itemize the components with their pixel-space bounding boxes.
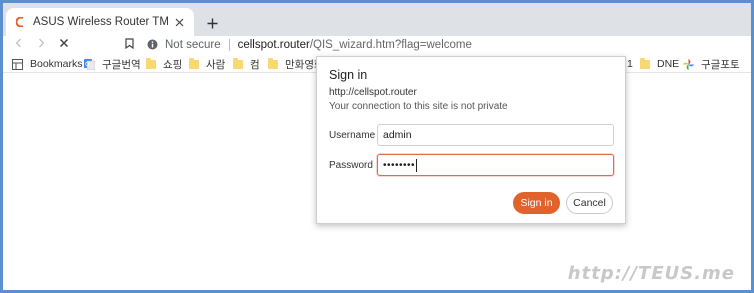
close-icon[interactable]: [172, 15, 186, 29]
bookmark-folder-shopping[interactable]: 쇼핑: [145, 56, 182, 72]
svg-text:G: G: [85, 61, 90, 68]
password-label: Password: [329, 160, 373, 171]
folder-icon: [232, 57, 243, 70]
password-value: ••••••••: [383, 159, 416, 171]
folder-icon: [145, 57, 156, 70]
bookmark-label: 구글포토: [701, 58, 740, 71]
folder-icon: [639, 57, 650, 70]
tab-title: ASUS Wireless Router TM-AC190: [33, 16, 168, 28]
toolbar: Not secure cellspot.router/QIS_wizard.ht…: [3, 36, 751, 53]
bookmark-folder-people[interactable]: 사람: [188, 56, 225, 72]
bookmark-page-button[interactable]: [120, 36, 138, 53]
forward-arrow-icon: [36, 38, 46, 51]
dialog-url: http://cellspot.router: [329, 87, 417, 98]
browser-window: ASUS Wireless Router TM-AC190: [0, 0, 754, 293]
forward-button[interactable]: [32, 36, 50, 53]
bookmark-item-translate[interactable]: G 구글번역: [84, 56, 141, 72]
bookmark-label: 컴: [250, 58, 260, 71]
bookmark-item-bookmarks[interactable]: Bookmarks: [12, 56, 83, 72]
address-bar[interactable]: Not secure cellspot.router/QIS_wizard.ht…: [145, 36, 745, 53]
tab-active[interactable]: ASUS Wireless Router TM-AC190: [6, 8, 194, 36]
stop-loading-icon: [59, 38, 69, 51]
bookmarks-grid-icon: [12, 58, 23, 70]
url-host: cellspot.router: [237, 38, 310, 51]
bookmark-item-1[interactable]: 1: [627, 56, 633, 72]
stop-button[interactable]: [55, 36, 73, 53]
text-caret: [416, 158, 418, 172]
bookmark-label: Bookmarks: [30, 58, 83, 70]
bookmark-icon: [124, 37, 134, 52]
folder-icon: [188, 57, 199, 70]
back-button[interactable]: [10, 36, 28, 53]
info-icon[interactable]: [145, 38, 159, 52]
cancel-button[interactable]: Cancel: [566, 192, 613, 214]
folder-icon: [267, 57, 278, 70]
watermark: http://TEUS.me: [567, 263, 735, 284]
username-field[interactable]: admin: [377, 124, 614, 146]
google-translate-icon: G: [84, 58, 95, 70]
back-arrow-icon: [14, 38, 24, 51]
sign-in-dialog: Sign in http://cellspot.router Your conn…: [316, 56, 626, 224]
new-tab-button[interactable]: [202, 13, 222, 33]
sign-in-button[interactable]: Sign in: [513, 192, 560, 214]
bookmark-label: 1: [627, 58, 633, 70]
bookmark-folder-dne[interactable]: DNE: [639, 56, 679, 72]
bookmark-item-photos[interactable]: 구글포토: [683, 56, 740, 72]
username-value: admin: [383, 129, 412, 141]
security-status[interactable]: Not secure: [165, 39, 221, 51]
bookmark-label: 구글번역: [102, 58, 141, 71]
tab-strip: ASUS Wireless Router TM-AC190: [3, 3, 751, 36]
bookmark-label: 사람: [206, 58, 226, 71]
asus-favicon-icon: [15, 17, 26, 28]
google-photos-icon: [683, 58, 694, 70]
bookmark-label: 쇼핑: [163, 58, 183, 71]
bookmark-label: DNE: [657, 58, 680, 70]
omnibox-divider: [228, 38, 230, 51]
password-field[interactable]: ••••••••: [377, 154, 614, 176]
url-path: /QIS_wizard.htm?flag=welcome: [309, 38, 472, 51]
dialog-warning: Your connection to this site is not priv…: [329, 101, 508, 112]
username-label: Username: [329, 130, 376, 141]
dialog-title: Sign in: [329, 68, 368, 82]
url-text[interactable]: cellspot.router/QIS_wizard.htm?flag=welc…: [238, 39, 472, 51]
bookmark-folder-computer[interactable]: 컴: [232, 56, 260, 72]
